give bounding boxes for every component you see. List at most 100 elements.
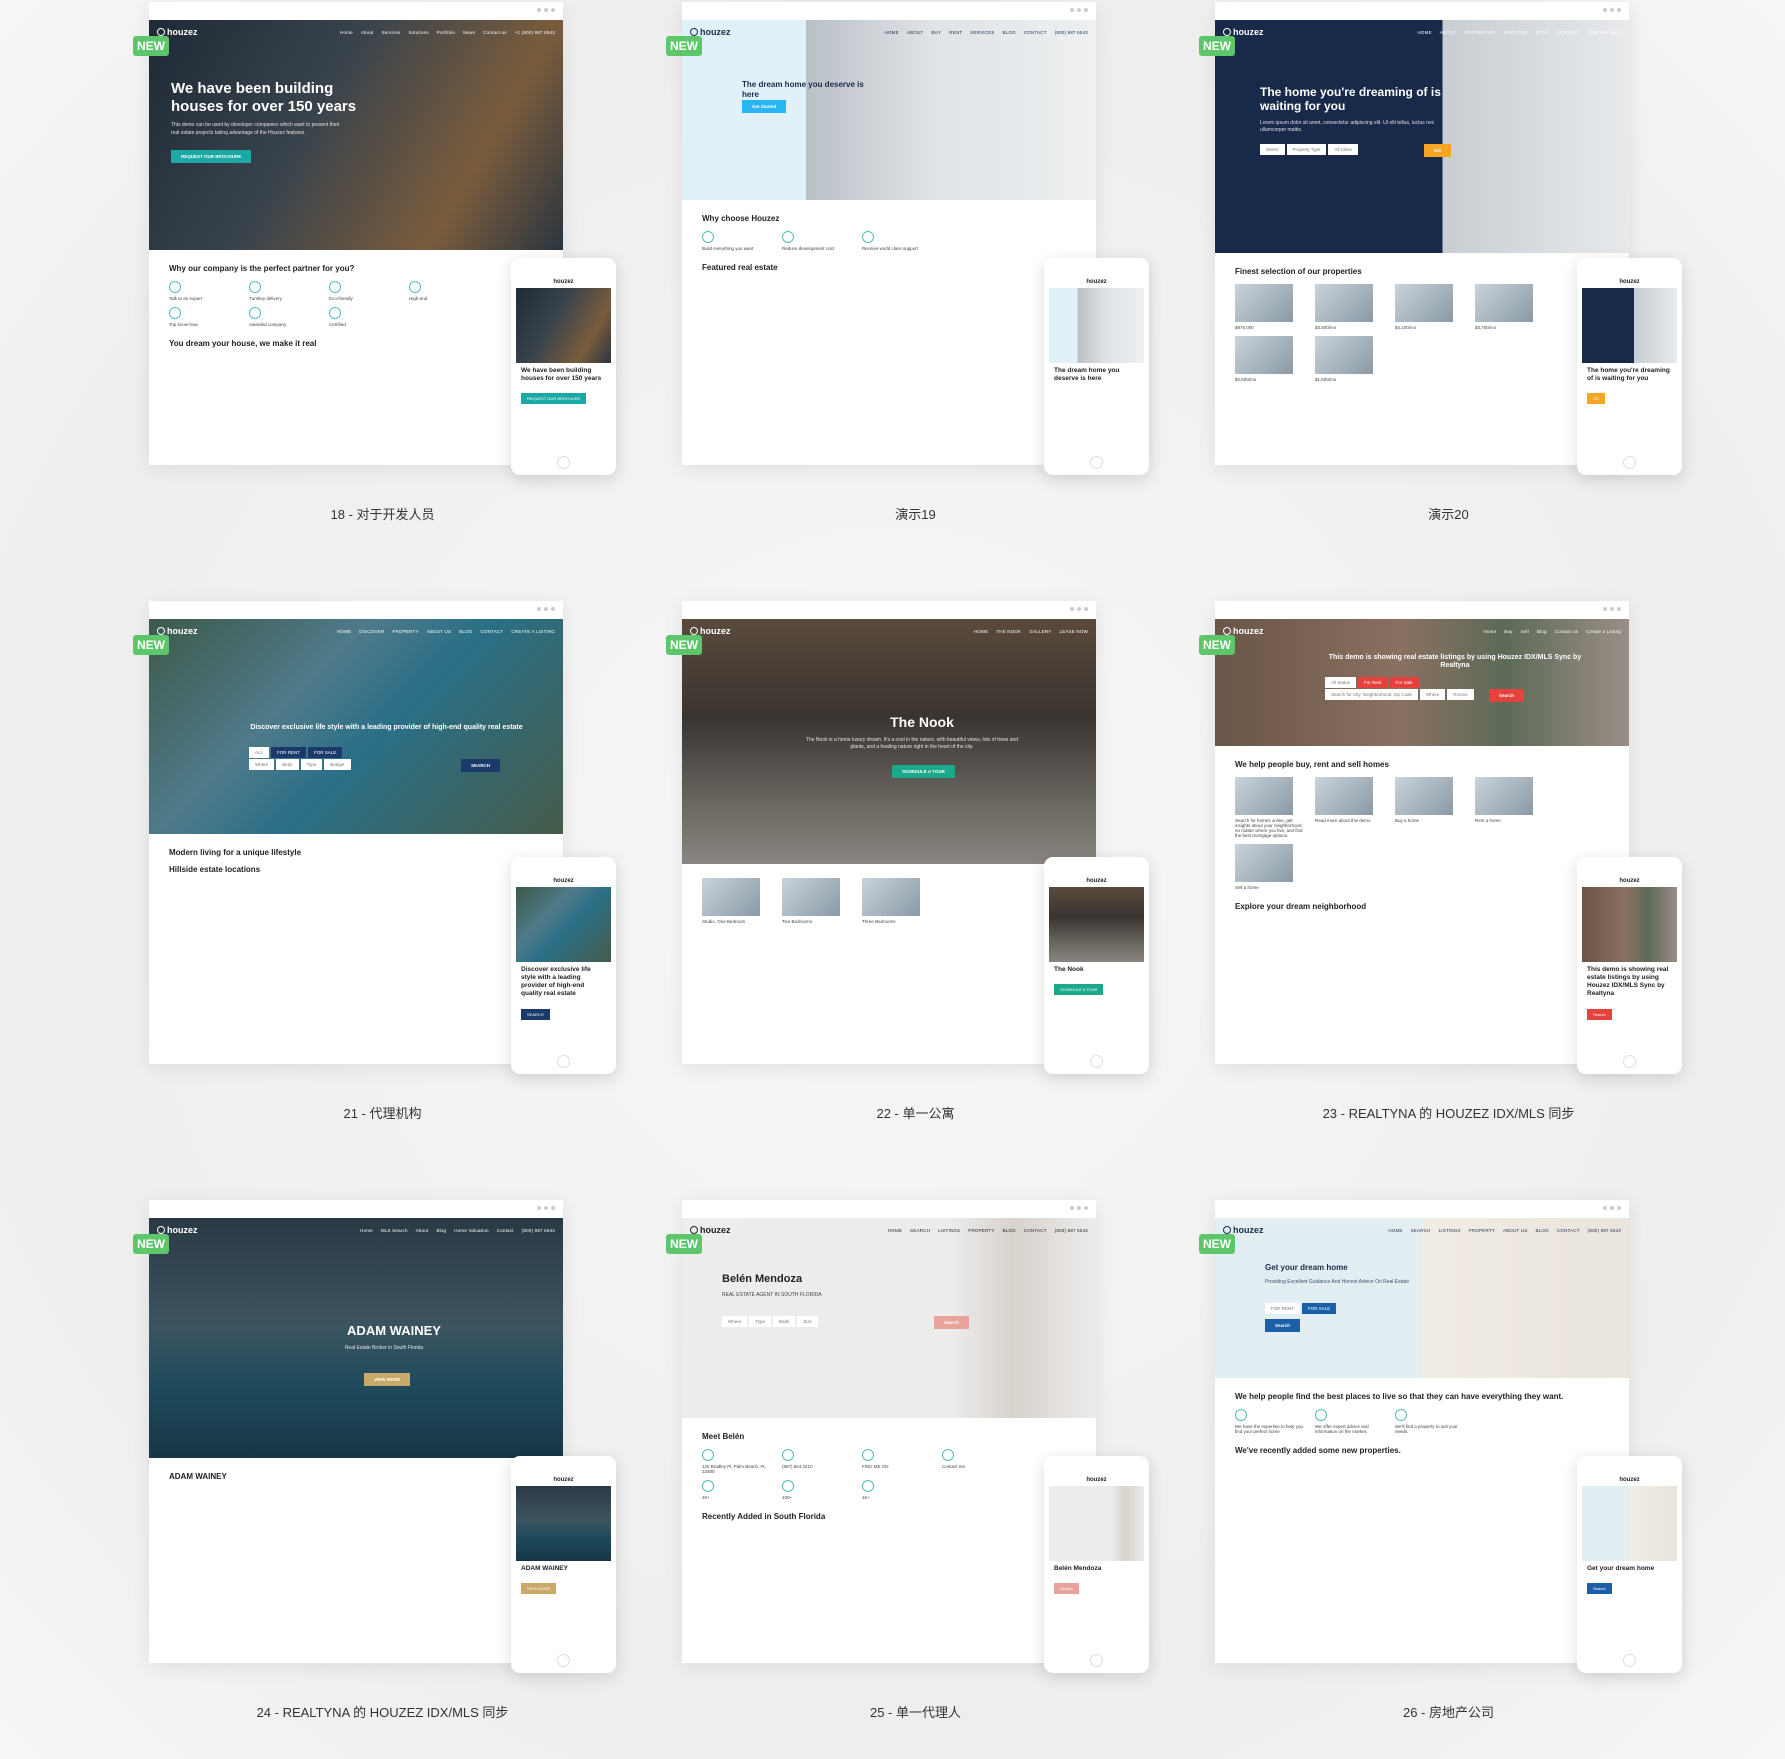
nav-item[interactable]: ABOUT xyxy=(1440,30,1457,35)
cta-button[interactable]: REQUEST OUR BROCHURE xyxy=(171,150,252,163)
mobile-cta-button[interactable]: VIEW MORE xyxy=(521,1583,557,1595)
feature-item[interactable]: Studio, One Bedroom xyxy=(702,878,772,924)
search-tab[interactable]: For Rent xyxy=(1358,676,1388,688)
nav-item[interactable]: PROPERTIES xyxy=(1464,30,1495,35)
feature-item[interactable]: Read more about this demo xyxy=(1315,777,1385,838)
demo-card[interactable]: houzez HOME SEARCH LISTINGS PROPERTY BLOG CONT… xyxy=(666,1200,1152,1740)
nav-item[interactable]: Home xyxy=(1483,629,1496,634)
search-field[interactable]: Beds xyxy=(276,758,299,770)
nav-item[interactable]: THE NOOK xyxy=(996,629,1021,634)
mobile-preview[interactable]: houzez Get your dream home Search xyxy=(1577,1456,1682,1673)
feature-item[interactable]: 15+ xyxy=(862,1480,932,1500)
desktop-preview[interactable]: houzez HOME DISCOVER PROPERTY ABOUT US BLOG CO… xyxy=(149,601,563,1064)
search-tab[interactable]: FOR SALE xyxy=(308,746,343,758)
feature-item[interactable]: Certified xyxy=(329,307,399,327)
search-field[interactable]: Where xyxy=(1419,688,1446,700)
feature-item[interactable]: We'll find a property to suit your needs… xyxy=(1395,1409,1465,1434)
search-field[interactable]: Property Type xyxy=(1286,143,1327,155)
nav-item[interactable]: About xyxy=(361,30,374,35)
mobile-preview[interactable]: houzez This demo is showing real estate l… xyxy=(1577,857,1682,1074)
desktop-preview[interactable]: houzez HOME SEARCH LISTINGS PROPERTY BLOG CONT… xyxy=(682,1200,1096,1663)
mobile-preview[interactable]: houzez The dream home you deserve is here xyxy=(1044,258,1149,475)
search-button[interactable]: Search xyxy=(1489,688,1525,702)
nav-item[interactable]: SEARCH xyxy=(910,1228,930,1233)
nav-phone[interactable]: (800) 987 6543 xyxy=(1055,30,1088,35)
demo-caption[interactable]: 22 - 单一公寓 xyxy=(682,1103,1149,1122)
nav-item[interactable]: Blog xyxy=(1537,629,1547,634)
cta-button[interactable]: VIEW MORE xyxy=(364,1372,411,1386)
nav-phone[interactable]: (800) 987 6543 xyxy=(1055,1228,1088,1233)
nav-item[interactable]: ABOUT US xyxy=(427,629,452,634)
page-screenshot[interactable]: houzez HOME THE NOOK GALLERY LEASE NOW The No… xyxy=(682,619,1096,1064)
feature-item[interactable]: 100+ xyxy=(782,1480,852,1500)
page-screenshot[interactable]: houzez HOME SEARCH LISTINGS PROPERTY ABOUT US… xyxy=(1215,1218,1629,1663)
feature-item[interactable]: Top know-how xyxy=(169,307,239,327)
nav-phone[interactable]: Create a Listing xyxy=(1586,629,1621,634)
desktop-preview[interactable]: houzez Home About Services Solutions Portfoli… xyxy=(149,2,563,465)
nav-item[interactable]: LISTINGS xyxy=(938,1228,960,1233)
nav-item[interactable]: CONTACT xyxy=(1557,30,1580,35)
search-tab[interactable]: For Sale xyxy=(1389,676,1419,688)
nav-item[interactable]: PROPERTY xyxy=(392,629,418,634)
search-field[interactable]: Where xyxy=(249,758,275,770)
search-field[interactable]: Type xyxy=(300,758,323,770)
page-screenshot[interactable]: houzez HOME ABOUT BUY RENT SERVICES BLOG CONTAC… xyxy=(682,20,1096,465)
demo-card[interactable]: houzez HOME DISCOVER PROPERTY ABOUT US BLOG CO… xyxy=(133,601,619,1141)
nav-item[interactable]: Portfolio xyxy=(437,30,455,35)
nav-item[interactable]: RENT xyxy=(949,30,962,35)
feature-item[interactable]: Eco-friendly xyxy=(329,281,399,301)
mobile-preview[interactable]: houzez ADAM WAINEY VIEW MORE xyxy=(511,1456,616,1673)
mobile-cta-button[interactable]: SCHEDULE A TOUR xyxy=(1054,984,1104,996)
mobile-preview[interactable]: houzez Discover exclusive life style with… xyxy=(511,857,616,1074)
mobile-preview[interactable]: houzez The Nook SCHEDULE A TOUR xyxy=(1044,857,1149,1074)
mobile-preview[interactable]: houzez The home you're dreaming of is wai… xyxy=(1577,258,1682,475)
mobile-preview[interactable]: houzez We have been building houses for o… xyxy=(511,258,616,475)
nav-item[interactable]: HOME xyxy=(337,629,351,634)
nav-item[interactable]: BLOG xyxy=(1536,30,1549,35)
search-button[interactable]: SEARCH xyxy=(461,758,501,772)
nav-item[interactable]: ABOUT xyxy=(907,30,924,35)
nav-phone[interactable]: (800) 987 6543 xyxy=(522,1228,555,1233)
page-screenshot[interactable]: houzez Home About Services Solutions Portfoli… xyxy=(149,20,563,465)
mobile-cta-button[interactable]: Search xyxy=(1054,1583,1079,1595)
nav-item[interactable]: SERVICES xyxy=(1503,30,1527,35)
feature-item[interactable]: Contact me xyxy=(942,1449,1012,1474)
nav-item[interactable]: BLOG xyxy=(1003,30,1016,35)
nav-item[interactable]: DISCOVER xyxy=(359,629,384,634)
nav-item[interactable]: BUY xyxy=(931,30,941,35)
search-button[interactable]: Search xyxy=(934,1316,970,1330)
nav-phone[interactable]: (800) 987 6543 xyxy=(1588,30,1621,35)
nav-item[interactable]: Home xyxy=(360,1228,373,1233)
search-tab[interactable]: FOR RENT xyxy=(1265,1302,1300,1314)
feature-item[interactable]: (987) 654 3210 xyxy=(782,1449,852,1474)
cta-button[interactable]: SCHEDULE A TOUR xyxy=(892,764,955,778)
search-field[interactable]: Select xyxy=(1260,143,1285,155)
mobile-cta-button[interactable]: REQUEST OUR BROCHURE xyxy=(521,393,587,405)
desktop-preview[interactable]: houzez Home MLS Search About Blog Home Valuat… xyxy=(149,1200,563,1663)
feature-item[interactable]: High-end xyxy=(409,281,479,301)
feature-item[interactable]: We have the expertise to help you find y… xyxy=(1235,1409,1305,1434)
nav-item[interactable]: HOME xyxy=(1417,30,1431,35)
demo-card[interactable]: houzez Home MLS Search About Blog Home Valuat… xyxy=(133,1200,619,1740)
feature-item[interactable]: Reduce development cost xyxy=(782,231,852,251)
nav-item[interactable]: Blog xyxy=(436,1228,446,1233)
feature-item[interactable]: We offer expert advice and information o… xyxy=(1315,1409,1385,1434)
mobile-cta-button[interactable]: Search xyxy=(1587,1008,1612,1020)
cta-button[interactable]: Search xyxy=(1265,1318,1301,1332)
nav-item[interactable]: Contact us xyxy=(483,30,507,35)
nav-item[interactable]: Home Valuation xyxy=(454,1228,489,1233)
nav-item[interactable]: HOME xyxy=(888,1228,902,1233)
feature-item[interactable]: Build everything you want xyxy=(702,231,772,251)
nav-item[interactable]: SERVICES xyxy=(970,30,994,35)
desktop-preview[interactable]: houzez HOME ABOUT BUY RENT SERVICES BLOG CONTAC… xyxy=(682,2,1096,465)
feature-item[interactable]: Awarded company xyxy=(249,307,319,327)
page-screenshot[interactable]: houzez HOME ABOUT PROPERTIES SERVICES BLOG CON… xyxy=(1215,20,1629,465)
feature-item[interactable]: Turnkey delivery xyxy=(249,281,319,301)
demo-card[interactable]: houzez Home About Services Solutions Portfoli… xyxy=(133,2,619,542)
nav-item[interactable]: BLOG xyxy=(459,629,472,634)
search-field[interactable]: Where xyxy=(722,1316,748,1328)
search-field[interactable]: Rooms xyxy=(1447,688,1474,700)
search-tab[interactable]: ALL xyxy=(249,746,270,758)
nav-item[interactable]: Services xyxy=(382,30,401,35)
search-field[interactable]: All Cities xyxy=(1328,143,1358,155)
